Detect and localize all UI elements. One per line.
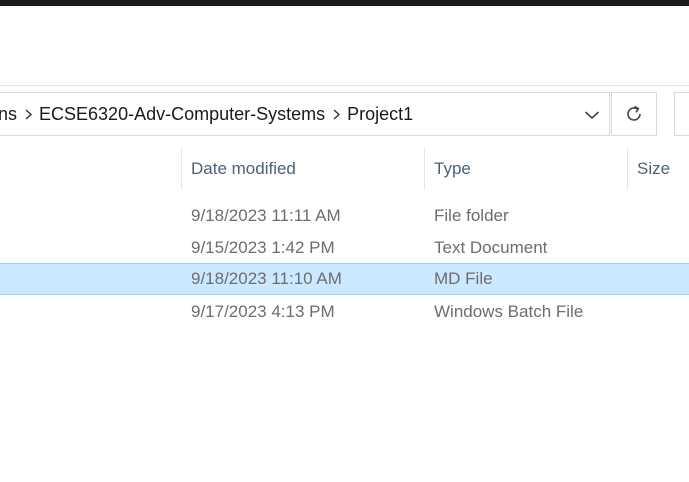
table-row-selected[interactable]: 9/18/2023 11:10 AM MD File bbox=[0, 263, 689, 295]
chevron-right-icon[interactable] bbox=[325, 92, 347, 136]
column-header-size[interactable]: Size bbox=[628, 148, 689, 190]
type-cell: File folder bbox=[434, 206, 509, 225]
chevron-down-icon bbox=[584, 111, 600, 120]
column-separator[interactable] bbox=[424, 148, 425, 190]
refresh-button[interactable] bbox=[611, 92, 657, 136]
refresh-icon bbox=[627, 105, 641, 121]
column-separator[interactable] bbox=[627, 148, 628, 190]
breadcrumb-item-course[interactable]: ECSE6320-Adv-Computer-Systems bbox=[39, 92, 325, 136]
type-cell: MD File bbox=[434, 269, 493, 288]
window-top-edge bbox=[0, 0, 689, 6]
address-bar[interactable]: ns ECSE6320-Adv-Computer-Systems Project… bbox=[0, 92, 659, 138]
column-header-date-modified[interactable]: Date modified bbox=[182, 148, 425, 190]
type-cell: Windows Batch File bbox=[434, 302, 584, 321]
address-history-dropdown[interactable] bbox=[574, 93, 610, 137]
breadcrumb-item-parent[interactable]: ns bbox=[0, 92, 17, 136]
date-modified-cell: 9/18/2023 11:11 AM bbox=[191, 206, 341, 225]
search-box[interactable] bbox=[674, 92, 689, 136]
date-modified-cell: 9/18/2023 11:10 AM bbox=[191, 269, 342, 288]
ribbon-divider bbox=[0, 85, 689, 86]
breadcrumb-item-project[interactable]: Project1 bbox=[347, 92, 413, 136]
table-row[interactable]: 9/17/2023 4:13 PM Windows Batch File bbox=[0, 296, 689, 328]
date-modified-cell: 9/17/2023 4:13 PM bbox=[191, 302, 335, 321]
column-separator[interactable] bbox=[181, 148, 182, 190]
chevron-right-icon[interactable] bbox=[17, 92, 39, 136]
type-cell: Text Document bbox=[434, 238, 548, 257]
file-explorer-window: ns ECSE6320-Adv-Computer-Systems Project… bbox=[0, 0, 689, 482]
table-row[interactable]: 9/15/2023 1:42 PM Text Document bbox=[0, 232, 689, 264]
column-header-type[interactable]: Type bbox=[425, 148, 628, 190]
date-modified-cell: 9/15/2023 1:42 PM bbox=[191, 238, 335, 257]
table-row[interactable]: 9/18/2023 11:11 AM File folder bbox=[0, 200, 689, 232]
breadcrumb[interactable]: ns ECSE6320-Adv-Computer-Systems Project… bbox=[0, 92, 610, 136]
